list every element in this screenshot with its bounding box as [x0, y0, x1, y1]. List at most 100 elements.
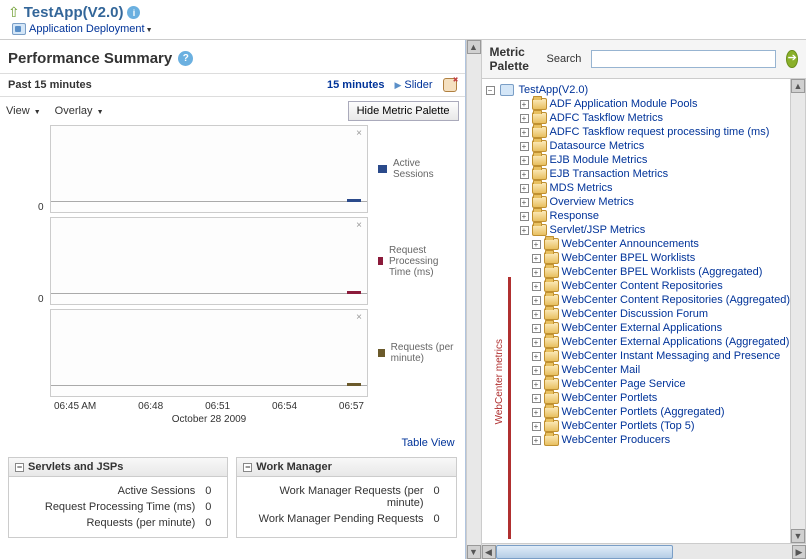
scroll-thumb[interactable] [496, 545, 674, 559]
tree-node[interactable]: Response [486, 209, 790, 223]
chart-plot[interactable]: × [50, 125, 368, 213]
slider-toggle[interactable]: ▶Slider [394, 79, 432, 91]
expand-icon[interactable] [532, 310, 541, 319]
tree-node[interactable]: WebCenter Content Repositories (Aggregat… [486, 293, 790, 307]
tree-node-label[interactable]: EJB Module Metrics [550, 154, 648, 166]
tree-node[interactable]: WebCenter Mail [486, 363, 790, 377]
chart-settings-icon[interactable] [443, 78, 457, 92]
tree-node[interactable]: ADF Application Module Pools [486, 97, 790, 111]
tree-node-label[interactable]: ADFC Taskflow request processing time (m… [550, 126, 770, 138]
expand-icon[interactable] [532, 282, 541, 291]
tree-node-label[interactable]: WebCenter Portlets [562, 392, 658, 404]
tree-node-label[interactable]: WebCenter Page Service [562, 378, 686, 390]
scroll-right-icon[interactable]: ▶ [792, 545, 806, 559]
tree-node-label[interactable]: Response [550, 210, 600, 222]
tree-node-label[interactable]: WebCenter Portlets (Aggregated) [562, 406, 725, 418]
expand-icon[interactable] [532, 436, 541, 445]
tree-node-label[interactable]: EJB Transaction Metrics [550, 168, 669, 180]
search-input[interactable] [591, 50, 776, 68]
tree-root[interactable]: TestApp(V2.0) [519, 84, 589, 96]
search-go-button[interactable]: ➔ [786, 50, 798, 68]
view-menu[interactable]: View ▼ [6, 105, 41, 117]
scroll-up-icon[interactable]: ▲ [467, 40, 481, 54]
tree-node[interactable]: WebCenter External Applications [486, 321, 790, 335]
close-icon[interactable]: × [353, 312, 365, 324]
tree-node-label[interactable]: ADF Application Module Pools [550, 98, 698, 110]
tree-node-label[interactable]: WebCenter Announcements [562, 238, 699, 250]
close-icon[interactable]: × [353, 128, 365, 140]
tree-node[interactable]: WebCenter Announcements [486, 237, 790, 251]
tree-node[interactable]: WebCenter Portlets (Aggregated) [486, 405, 790, 419]
deployment-menu[interactable]: Application Deployment▼ [29, 23, 153, 35]
expand-icon[interactable] [520, 198, 529, 207]
expand-icon[interactable] [520, 156, 529, 165]
tree-node[interactable]: WebCenter BPEL Worklists (Aggregated) [486, 265, 790, 279]
expand-icon[interactable] [532, 366, 541, 375]
tree-node[interactable]: WebCenter Instant Messaging and Presence [486, 349, 790, 363]
tree-node[interactable]: ADFC Taskflow request processing time (m… [486, 125, 790, 139]
help-icon[interactable]: ? [178, 51, 193, 66]
expand-icon[interactable] [532, 268, 541, 277]
tree-node[interactable]: WebCenter Portlets [486, 391, 790, 405]
expand-icon[interactable] [520, 128, 529, 137]
tree-node[interactable]: WebCenter Producers [486, 433, 790, 447]
table-view-link[interactable]: Table View [402, 437, 455, 449]
tree-node[interactable]: Overview Metrics [486, 195, 790, 209]
collapse-icon[interactable]: − [243, 463, 252, 472]
tree-node-label[interactable]: WebCenter Content Repositories (Aggregat… [562, 294, 790, 306]
up-arrow-icon[interactable]: ⇧ [8, 4, 20, 21]
tree-node[interactable]: ADFC Taskflow Metrics [486, 111, 790, 125]
tree-node-label[interactable]: WebCenter Content Repositories [562, 280, 723, 292]
expand-icon[interactable] [520, 170, 529, 179]
tree-node[interactable]: WebCenter Page Service [486, 377, 790, 391]
tree-node[interactable]: WebCenter External Applications (Aggrega… [486, 335, 790, 349]
expand-icon[interactable] [520, 184, 529, 193]
tree-node-label[interactable]: ADFC Taskflow Metrics [550, 112, 663, 124]
expand-icon[interactable] [520, 100, 529, 109]
expand-icon[interactable] [520, 114, 529, 123]
expand-icon[interactable] [532, 254, 541, 263]
overlay-menu[interactable]: Overlay ▼ [55, 105, 104, 117]
tree-node[interactable]: WebCenter BPEL Worklists [486, 251, 790, 265]
info-icon[interactable]: i [127, 6, 140, 19]
chart-plot[interactable]: × [50, 309, 368, 397]
collapse-icon[interactable]: − [15, 463, 24, 472]
palette-scrollbar[interactable]: ▲ ▼ [790, 79, 806, 543]
expand-icon[interactable] [520, 212, 529, 221]
tree-node[interactable]: WebCenter Discussion Forum [486, 307, 790, 321]
tree-node-label[interactable]: WebCenter Instant Messaging and Presence [562, 350, 781, 362]
tree-node-label[interactable]: WebCenter Mail [562, 364, 641, 376]
tree-node[interactable]: WebCenter Portlets (Top 5) [486, 419, 790, 433]
hide-metric-palette-button[interactable]: Hide Metric Palette [348, 101, 459, 121]
tree-node[interactable]: WebCenter Content Repositories [486, 279, 790, 293]
expand-icon[interactable] [532, 394, 541, 403]
tree-node[interactable]: Datasource Metrics [486, 139, 790, 153]
tree-node-label[interactable]: WebCenter BPEL Worklists (Aggregated) [562, 266, 763, 278]
expand-icon[interactable] [532, 338, 541, 347]
tree-node-label[interactable]: Servlet/JSP Metrics [550, 224, 646, 236]
scroll-down-icon[interactable]: ▼ [467, 545, 481, 559]
expand-icon[interactable] [532, 324, 541, 333]
tree-node-label[interactable]: WebCenter Discussion Forum [562, 308, 709, 320]
expand-icon[interactable] [520, 142, 529, 151]
expand-icon[interactable] [532, 352, 541, 361]
expand-icon[interactable] [486, 86, 495, 95]
tree-node-label[interactable]: MDS Metrics [550, 182, 613, 194]
tree-node-label[interactable]: WebCenter BPEL Worklists [562, 252, 696, 264]
tree-node[interactable]: Servlet/JSP Metrics [486, 223, 790, 237]
expand-icon[interactable] [520, 226, 529, 235]
tree-node[interactable]: EJB Transaction Metrics [486, 167, 790, 181]
tree-node-label[interactable]: Datasource Metrics [550, 140, 645, 152]
left-scrollbar[interactable]: ▲ ▼ [466, 40, 482, 559]
tree-node-label[interactable]: Overview Metrics [550, 196, 634, 208]
tree-node[interactable]: MDS Metrics [486, 181, 790, 195]
scroll-left-icon[interactable]: ◀ [482, 545, 496, 559]
chart-plot[interactable]: × [50, 217, 368, 305]
expand-icon[interactable] [532, 408, 541, 417]
scroll-up-icon[interactable]: ▲ [791, 79, 805, 93]
expand-icon[interactable] [532, 422, 541, 431]
expand-icon[interactable] [532, 296, 541, 305]
expand-icon[interactable] [532, 380, 541, 389]
tree-node[interactable]: EJB Module Metrics [486, 153, 790, 167]
close-icon[interactable]: × [353, 220, 365, 232]
